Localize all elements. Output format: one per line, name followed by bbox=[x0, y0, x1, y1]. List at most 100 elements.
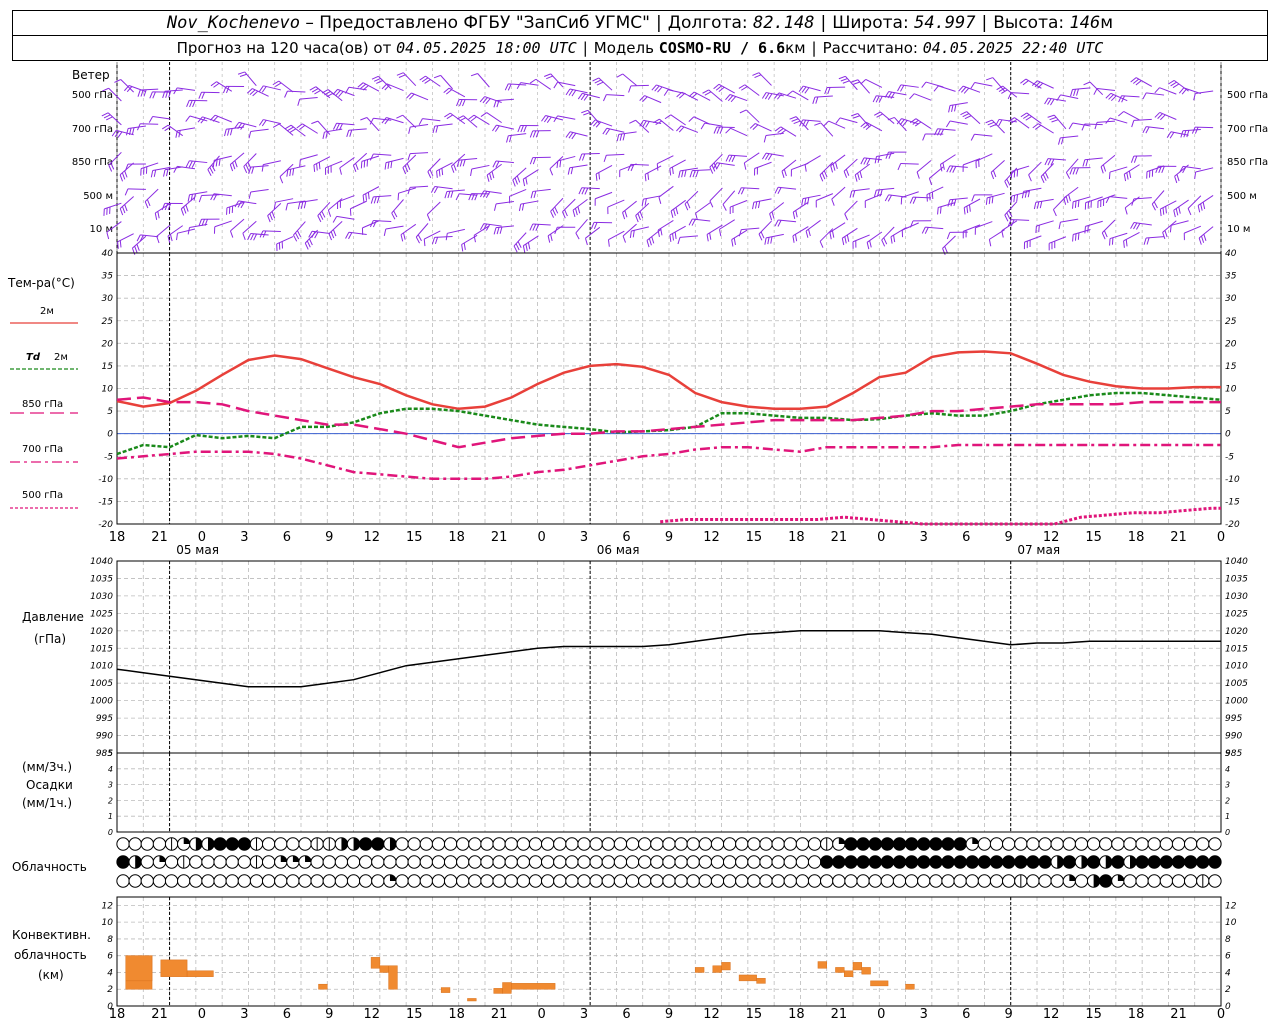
wind-barb bbox=[470, 73, 490, 88]
wind-barb bbox=[713, 162, 735, 170]
wind-barb bbox=[616, 131, 637, 142]
wind-barb-feather bbox=[843, 171, 848, 178]
cloud-symbol bbox=[577, 874, 591, 888]
temp-x-tick: 18 bbox=[109, 530, 126, 545]
cloud-symbol bbox=[359, 855, 373, 869]
cloud-circle bbox=[201, 874, 215, 888]
wind-barb-staff bbox=[1089, 81, 1104, 96]
wind-barb bbox=[575, 218, 588, 240]
wind-barb bbox=[293, 221, 306, 242]
cloud-symbol bbox=[710, 837, 725, 851]
wind-barb-feather bbox=[853, 81, 860, 85]
wind-barb-feather bbox=[1051, 119, 1059, 123]
wind-barb-feather bbox=[146, 199, 151, 207]
conv-tick-right: 12 bbox=[1225, 901, 1237, 911]
wind-barb-feather bbox=[492, 124, 497, 132]
wind-barb-feather bbox=[900, 85, 905, 92]
cloud-symbol bbox=[1208, 837, 1222, 851]
bottom-x-tick: 3 bbox=[920, 1007, 928, 1022]
cloud-symbol bbox=[1026, 837, 1040, 851]
temp-tick-left: -20 bbox=[98, 520, 113, 530]
wind-barb-feather bbox=[1021, 191, 1025, 199]
wind-barb-feather bbox=[1016, 194, 1019, 202]
wind-barb-feather bbox=[131, 127, 135, 135]
wind-barb-feather bbox=[462, 159, 466, 167]
wind-barb bbox=[504, 83, 527, 91]
wind-level-label-left: 10 м bbox=[90, 224, 113, 235]
wind-barb bbox=[1151, 190, 1165, 211]
cloud-circle bbox=[516, 874, 531, 888]
wind-barb-feather bbox=[189, 100, 193, 108]
cloud-circle bbox=[456, 855, 470, 869]
wind-barb bbox=[162, 89, 183, 99]
wind-barb-feather bbox=[119, 174, 124, 182]
wind-barb-feather bbox=[594, 79, 602, 84]
wind-barb-feather bbox=[783, 169, 787, 177]
cloud-circle bbox=[1171, 874, 1186, 888]
wind-barb bbox=[725, 94, 748, 103]
wind-barb-feather bbox=[527, 242, 531, 250]
cloud-symbol bbox=[904, 837, 919, 851]
wind-barb-feather bbox=[117, 241, 119, 249]
wind-barb-feather bbox=[493, 100, 497, 108]
cloud-symbol bbox=[698, 874, 713, 888]
cloud-symbol bbox=[686, 855, 700, 869]
cloud-symbol bbox=[589, 855, 603, 869]
cloud-symbol bbox=[577, 855, 591, 869]
cloud-symbol bbox=[892, 874, 907, 888]
wind-barb bbox=[1058, 218, 1079, 230]
wind-barb bbox=[117, 233, 134, 249]
wind-barb-feather bbox=[433, 74, 441, 79]
cloud-circle bbox=[1062, 855, 1077, 869]
temp-x-tick: 9 bbox=[325, 530, 333, 545]
wind-barb-feather bbox=[1172, 83, 1180, 89]
cloud-symbol bbox=[540, 874, 555, 888]
wind-barb-feather bbox=[149, 91, 153, 99]
wind-barb-feather bbox=[677, 237, 681, 245]
cloud-quarter bbox=[305, 855, 312, 862]
cloud-circle bbox=[601, 855, 616, 869]
wind-barb bbox=[1173, 199, 1189, 218]
wind-barb-staff bbox=[744, 152, 760, 164]
cloud-symbol bbox=[371, 874, 385, 888]
conv-bar bbox=[511, 983, 556, 990]
cloud-symbol bbox=[601, 874, 616, 888]
wind-barb-feather bbox=[513, 245, 518, 253]
cloud-circle bbox=[917, 874, 931, 888]
wind-barb-feather bbox=[827, 87, 831, 95]
conv-bar bbox=[186, 970, 214, 977]
cloud-symbol bbox=[832, 874, 846, 888]
cloud-circle bbox=[116, 874, 130, 888]
cloud-symbol bbox=[1014, 855, 1028, 869]
cloud-circle bbox=[625, 855, 640, 869]
cloud-symbol bbox=[140, 874, 155, 888]
cloud-circle bbox=[225, 837, 239, 851]
wind-barb bbox=[407, 185, 429, 195]
cloud-symbol bbox=[249, 874, 264, 888]
cloud-symbol bbox=[771, 874, 785, 888]
cloud-symbol bbox=[807, 855, 822, 869]
cloud-symbol bbox=[820, 874, 834, 888]
cloud-circle bbox=[140, 855, 155, 869]
cloud-circle bbox=[747, 837, 761, 851]
wind-barb-feather bbox=[1073, 89, 1076, 97]
cloud-circle bbox=[710, 837, 725, 851]
wind-barb-feather bbox=[758, 233, 763, 241]
conv-tick-left: 10 bbox=[102, 918, 114, 928]
wind-barb bbox=[995, 118, 1017, 127]
cloud-symbol bbox=[977, 837, 992, 851]
cloud-symbol bbox=[504, 855, 518, 869]
cloud-circle bbox=[783, 855, 798, 869]
wind-barb bbox=[629, 226, 649, 239]
wind-barb bbox=[431, 235, 453, 245]
wind-barb-feather bbox=[529, 130, 534, 138]
cloud-symbol bbox=[213, 837, 227, 851]
temp-x-tick: 0 bbox=[1217, 530, 1225, 545]
wind-barb bbox=[486, 163, 502, 182]
cloud-circle bbox=[917, 837, 931, 851]
wind-barb-feather bbox=[577, 206, 581, 214]
wind-barb-feather bbox=[888, 151, 892, 159]
wind-barb bbox=[1070, 87, 1091, 97]
cloud-symbol bbox=[1196, 874, 1210, 888]
wind-barb-feather bbox=[462, 99, 466, 107]
